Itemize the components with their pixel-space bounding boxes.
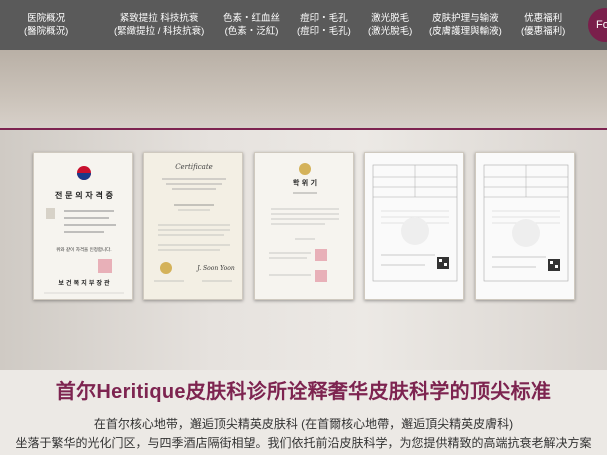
cert-footer: 보 건 복 지 부 장 관 (58, 279, 110, 287)
nav-label: 紧致提拉 科技抗衰 (119, 13, 199, 24)
intro-line-1: 在首尔核心地带，邂逅顶尖精英皮肤科 (在首爾核心地帶，邂逅頂尖精英皮膚科) (93, 417, 514, 431)
nav-sublabel: (醫院概況) (24, 26, 69, 37)
certificate-degree: 학 위 기 (254, 152, 354, 300)
nav-item-lifting-antiaging[interactable]: 紧致提拉 科技抗衰 (緊緻提拉 / 科技抗衰) (114, 12, 204, 38)
nav-sublabel: (激光脫毛) (368, 26, 413, 37)
nav-item-pigment[interactable]: 色素・红血丝 (色素・泛紅) (223, 12, 280, 38)
nav-sublabel: (緊緻提拉 / 科技抗衰) (114, 26, 205, 37)
nav-label: 医院概况 (27, 13, 66, 24)
hero-banner (0, 50, 607, 130)
nav-sublabel: (皮膚護理與輸液) (429, 26, 502, 37)
top-navigation: 医院概况 (醫院概況) 紧致提拉 科技抗衰 (緊緻提拉 / 科技抗衰) 色素・红… (0, 0, 607, 50)
nav-item-laser-hair-removal[interactable]: 激光脱毛 (激光脫毛) (368, 12, 412, 38)
nav-item-acne-pores[interactable]: 痘印・毛孔 (痘印・毛孔) (297, 12, 351, 38)
nav-cta-button[interactable]: Fo (588, 8, 607, 42)
intro-line-2: 坐落于繁华的光化门区，与四季酒店隔街相望。我们依托前沿皮肤科学，为您提供精致的高… (15, 436, 592, 450)
nav-sublabel: (優惠福利) (521, 26, 566, 37)
certificate-university: Certificate J. Soon Yoon (143, 152, 243, 300)
nav-label: 痘印・毛孔 (300, 13, 348, 24)
nav-label: 色素・红血丝 (223, 13, 281, 24)
page-heading: 首尔Heritique皮肤科诊所诠释奢华皮肤科学的顶尖标准 (55, 381, 552, 403)
certificate-registration-1 (364, 152, 464, 300)
nav-item-hospital-overview[interactable]: 医院概况 (醫院概況) (24, 12, 68, 38)
certificate-specialist-license: 전 문 의 자 격 증 위와 같이 자격을 인정합니다. 보 건 복 지 부 장… (33, 152, 133, 300)
nav-sublabel: (色素・泛紅) (224, 26, 279, 37)
cert-title: Certificate (175, 163, 213, 171)
cert-signature: J. Soon Yoon (195, 265, 235, 272)
nav-sublabel: (痘印・毛孔) (297, 26, 351, 37)
nav-label: 皮肤护理与输液 (432, 13, 499, 24)
cert-body: 위와 같이 자격을 인정합니다. (56, 246, 111, 253)
certificate-registration-2 (475, 152, 575, 300)
nav-item-promotions[interactable]: 优惠福利 (優惠福利) (521, 12, 565, 38)
cert-title: 전 문 의 자 격 증 (55, 190, 114, 200)
nav-item-skincare-infusion[interactable]: 皮肤护理与输液 (皮膚護理與輸液) (429, 12, 502, 38)
cert-title: 학 위 기 (293, 178, 317, 187)
nav-label: 激光脱毛 (371, 13, 410, 24)
nav-label: 优惠福利 (524, 13, 563, 24)
